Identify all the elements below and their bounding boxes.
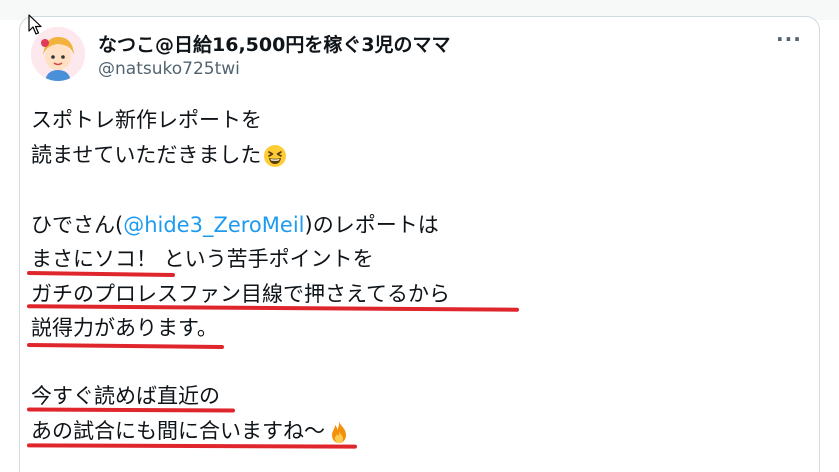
- avatar-illustration: [31, 27, 85, 81]
- mention-link[interactable]: @hide3_ZeroMeil: [123, 213, 304, 237]
- tweet-line-8-text: あの試合にも間に合いますね～: [31, 419, 325, 443]
- display-name[interactable]: なつこ@日給16,500円を稼ぐ3児のママ: [98, 30, 451, 57]
- tweet-line-7: 今すぐ読めば直近の: [31, 384, 220, 408]
- tweet-line-8: あの試合にも間に合いますね～: [31, 418, 351, 444]
- tweet-line-4: まさにソコ！ という苦手ポイントを: [31, 247, 374, 271]
- tweet-line-3: ひでさん(@hide3_ZeroMeil)のレポートは: [31, 212, 439, 238]
- tweet-line-5: ガチのプロレスファン目線で押さえてるから: [31, 282, 450, 306]
- tweet-line-1: スポトレ新作レポートを: [31, 108, 262, 132]
- tweet-line-6: 説得力があります。: [31, 316, 218, 340]
- fire-icon: [332, 421, 346, 443]
- more-icon[interactable]: ···: [776, 27, 802, 51]
- handle[interactable]: @natsuko725twi: [98, 59, 240, 79]
- tweet-line-2: 読ませていただきました: [31, 142, 287, 168]
- tweet-line-3-pre: ひでさん(: [31, 213, 124, 237]
- grinning-squinting-face-icon: [264, 145, 287, 167]
- tweet-line-2-text: 読ませていただきました: [31, 143, 262, 167]
- tweet-line-3-post: )のレポートは: [304, 213, 439, 237]
- avatar[interactable]: [31, 27, 85, 81]
